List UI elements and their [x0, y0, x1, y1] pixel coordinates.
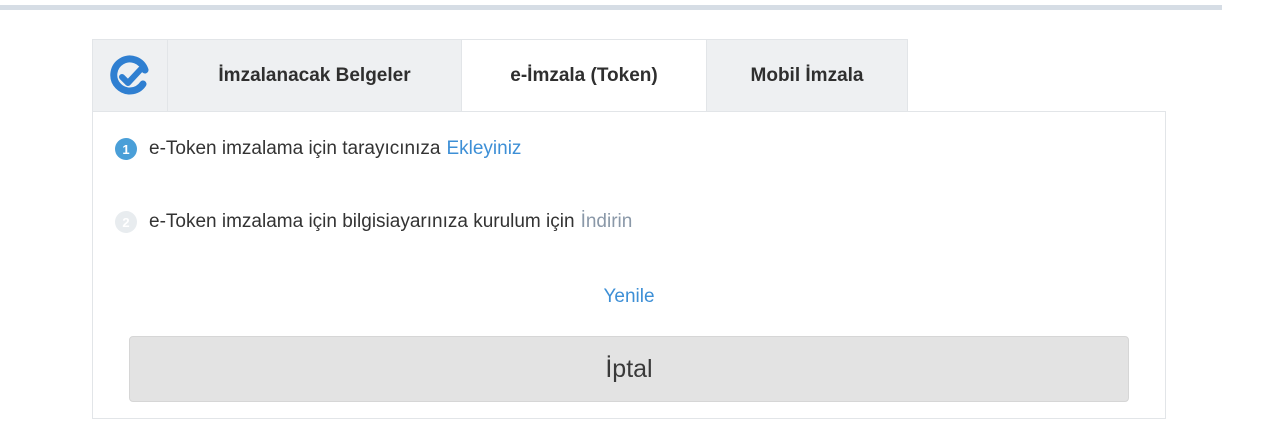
download-link[interactable]: İndirin — [581, 211, 633, 233]
cancel-button[interactable]: İptal — [129, 336, 1129, 402]
tab-documents-to-sign-label: İmzalanacak Belgeler — [218, 64, 411, 86]
add-extension-link[interactable]: Ekleyiniz — [446, 138, 521, 160]
step-download-installer: 2 e-Token imzalama için bilgisiayarınıza… — [115, 211, 632, 233]
tab-bar: İmzalanacak Belgeler e-İmzala (Token) Mo… — [92, 39, 908, 112]
step-number-badge: 2 — [115, 211, 137, 233]
token-sign-panel: 1 e-Token imzalama için tarayıcınıza Ekl… — [92, 111, 1166, 419]
logo-tab — [92, 39, 167, 112]
tab-documents-to-sign[interactable]: İmzalanacak Belgeler — [167, 39, 461, 112]
tab-token-sign-label: e-İmzala (Token) — [510, 64, 658, 86]
refresh-link[interactable]: Yenile — [93, 286, 1165, 308]
step-text: e-Token imzalama için bilgisiayarınıza k… — [149, 211, 575, 232]
step-number-badge: 1 — [115, 138, 137, 160]
tab-token-sign[interactable]: e-İmzala (Token) — [461, 39, 706, 112]
e-signature-check-logo-icon — [110, 54, 149, 94]
cancel-button-label: İptal — [605, 354, 653, 383]
tab-mobile-sign-label: Mobil İmzala — [750, 64, 864, 86]
step-text: e-Token imzalama için tarayıcınıza — [149, 138, 441, 159]
tab-mobile-sign[interactable]: Mobil İmzala — [706, 39, 908, 112]
step-add-extension: 1 e-Token imzalama için tarayıcınıza Ekl… — [115, 138, 521, 160]
top-divider — [0, 5, 1222, 10]
